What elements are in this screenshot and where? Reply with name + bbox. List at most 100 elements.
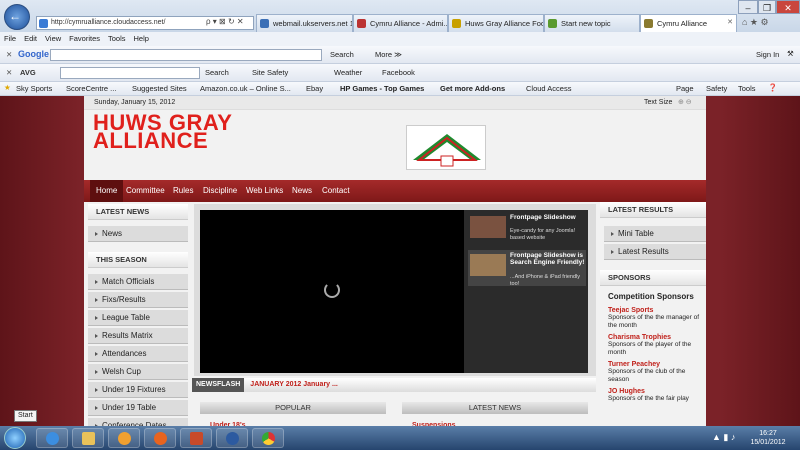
sidebar-item-fixs-results[interactable]: Fixs/Results: [88, 292, 188, 308]
text-size-controls[interactable]: ⊕ ⊖: [678, 98, 692, 106]
wrench-icon[interactable]: ⚒: [787, 49, 794, 58]
facebook-button[interactable]: Facebook: [382, 68, 415, 77]
nav-committee[interactable]: Committee: [120, 180, 171, 202]
tab-admin[interactable]: Cymru Alliance - Admi...: [353, 14, 448, 32]
tab-huws-gray[interactable]: Huws Gray Alliance Foo...: [448, 14, 544, 32]
tools-menu[interactable]: Tools: [738, 84, 756, 93]
nav-news[interactable]: News: [286, 180, 318, 202]
menu-edit[interactable]: Edit: [24, 34, 37, 43]
fav-ebay[interactable]: Ebay: [306, 84, 323, 93]
start-button[interactable]: [4, 427, 26, 449]
sponsor-name[interactable]: Charisma Trophies: [608, 334, 704, 341]
sidebar-item-results-matrix[interactable]: Results Matrix: [88, 328, 188, 344]
tab-icon: [548, 19, 557, 28]
avg-search-button[interactable]: Search: [205, 68, 229, 77]
taskbar-ie[interactable]: [36, 428, 68, 448]
google-search-button[interactable]: Search: [330, 50, 354, 59]
app-icon: [226, 432, 239, 445]
sidebar-item-league-table[interactable]: League Table: [88, 310, 188, 326]
maximize-button[interactable]: ❐: [758, 0, 776, 14]
taskbar-app[interactable]: [180, 428, 212, 448]
google-logo: Google: [18, 49, 49, 59]
fav-amazon[interactable]: Amazon.co.uk – Online S...: [200, 84, 291, 93]
home-star-gear-icons[interactable]: ⌂ ★ ⚙: [742, 17, 769, 28]
nav-home[interactable]: Home: [90, 180, 124, 202]
back-arrow-icon: ←: [9, 9, 21, 23]
google-signin-button[interactable]: Sign In: [756, 50, 779, 59]
slideshow-main[interactable]: [200, 210, 464, 373]
sponsors-heading: SPONSORS: [600, 270, 706, 286]
fav-suggested-sites[interactable]: Suggested Sites: [132, 84, 187, 93]
slide-thumb-2[interactable]: Frontpage Slideshow is Search Engine Fri…: [468, 250, 586, 287]
avg-search-input[interactable]: [60, 67, 200, 79]
help-icon[interactable]: ❓: [768, 83, 777, 92]
close-toolbar-icon[interactable]: ✕: [6, 68, 12, 77]
menu-help[interactable]: Help: [134, 34, 149, 43]
weather-button[interactable]: Weather: [334, 68, 362, 77]
taskbar-app2[interactable]: [216, 428, 248, 448]
menu-favorites[interactable]: Favorites: [69, 34, 100, 43]
google-more-button[interactable]: More ≫: [375, 50, 402, 59]
slide-thumbnail: [470, 254, 506, 276]
close-window-button[interactable]: ✕: [776, 0, 800, 14]
sponsor-name[interactable]: Teejac Sports: [608, 307, 704, 314]
sidebar-item-latest-results[interactable]: Latest Results: [604, 244, 706, 260]
sponsor-name[interactable]: JO Hughes: [608, 388, 704, 395]
avg-toolbar: ✕ AVG Search Site Safety Weather Faceboo…: [0, 64, 800, 82]
taskbar-firefox[interactable]: [144, 428, 176, 448]
newsflash-label: NEWSFLASH: [192, 378, 245, 392]
tab-start-topic[interactable]: Start new topic: [544, 14, 640, 32]
firefox-icon: [154, 432, 167, 445]
fav-hp-games[interactable]: HP Games - Top Games: [340, 84, 424, 93]
site-title[interactable]: HUWS GRAY ALLIANCE: [93, 112, 232, 152]
close-tab-icon[interactable]: ✕: [727, 18, 733, 26]
menu-tools[interactable]: Tools: [108, 34, 126, 43]
fav-addons[interactable]: Get more Add-ons: [440, 84, 505, 93]
sidebar-item-news[interactable]: News: [88, 226, 188, 242]
league-logo: [406, 125, 486, 170]
nav-discipline[interactable]: Discipline: [197, 180, 243, 202]
clock[interactable]: 16:27 15/01/2012: [748, 429, 788, 447]
newsflash-link[interactable]: JANUARY 2012 January ...: [250, 381, 338, 388]
page-menu[interactable]: Page: [676, 84, 694, 93]
safety-menu[interactable]: Safety: [706, 84, 727, 93]
refresh-icon[interactable]: ρ ▾ ⊠ ↻ ✕: [206, 17, 244, 26]
tray-icons[interactable]: ▲ ▮ ♪: [712, 432, 735, 443]
menu-view[interactable]: View: [45, 34, 61, 43]
avg-logo: AVG: [20, 68, 36, 77]
google-search-input[interactable]: [50, 49, 322, 61]
tab-cymru-alliance[interactable]: Cymru Alliance ✕: [640, 14, 737, 32]
menu-file[interactable]: File: [4, 34, 16, 43]
fav-sky-sports[interactable]: Sky Sports: [16, 84, 52, 93]
sidebar-item-attendances[interactable]: Attendances: [88, 346, 188, 362]
site-icon: [39, 19, 48, 28]
star-icon[interactable]: ★: [4, 83, 11, 92]
tab-icon: [452, 19, 461, 28]
nav-rules[interactable]: Rules: [167, 180, 199, 202]
nav-contact[interactable]: Contact: [316, 180, 356, 202]
main-nav: Home Committee Rules Discipline Web Link…: [84, 180, 706, 202]
taskbar-explorer[interactable]: [72, 428, 104, 448]
slide-thumb-1[interactable]: Frontpage Slideshow Eye-candy for any Jo…: [468, 212, 586, 248]
fav-cloud-access[interactable]: Cloud Access: [526, 84, 571, 93]
chrome-icon: [262, 432, 275, 445]
site-safety-button[interactable]: Site Safety: [252, 68, 288, 77]
close-toolbar-icon[interactable]: ✕: [6, 50, 12, 59]
sidebar-item-mini-table[interactable]: Mini Table: [604, 226, 706, 242]
nav-web-links[interactable]: Web Links: [240, 180, 289, 202]
sponsor-desc: Sponsors of the club of the season: [608, 368, 686, 383]
latest-results-heading: LATEST RESULTS: [600, 202, 706, 218]
menu-bar: File Edit View Favorites Tools Help: [0, 32, 800, 46]
browser-tab-bar: ← http://cymrualliance.cloudaccess.net/ …: [0, 0, 800, 32]
minimize-button[interactable]: –: [738, 0, 758, 14]
taskbar-chrome[interactable]: [252, 428, 284, 448]
sidebar-item-welsh-cup[interactable]: Welsh Cup: [88, 364, 188, 380]
tab-webmail[interactable]: webmail.ukservers.net 1...: [256, 14, 353, 32]
taskbar-media[interactable]: [108, 428, 140, 448]
sidebar-item-u19-fixtures[interactable]: Under 19 Fixtures: [88, 382, 188, 398]
sponsor-name[interactable]: Turner Peachey: [608, 361, 704, 368]
fav-scorecentre[interactable]: ScoreCentre ...: [66, 84, 116, 93]
sidebar-item-match-officials[interactable]: Match Officials: [88, 274, 188, 290]
sidebar-item-u19-table[interactable]: Under 19 Table: [88, 400, 188, 416]
sponsor-desc: Sponsors of the the manager of the month: [608, 314, 700, 329]
